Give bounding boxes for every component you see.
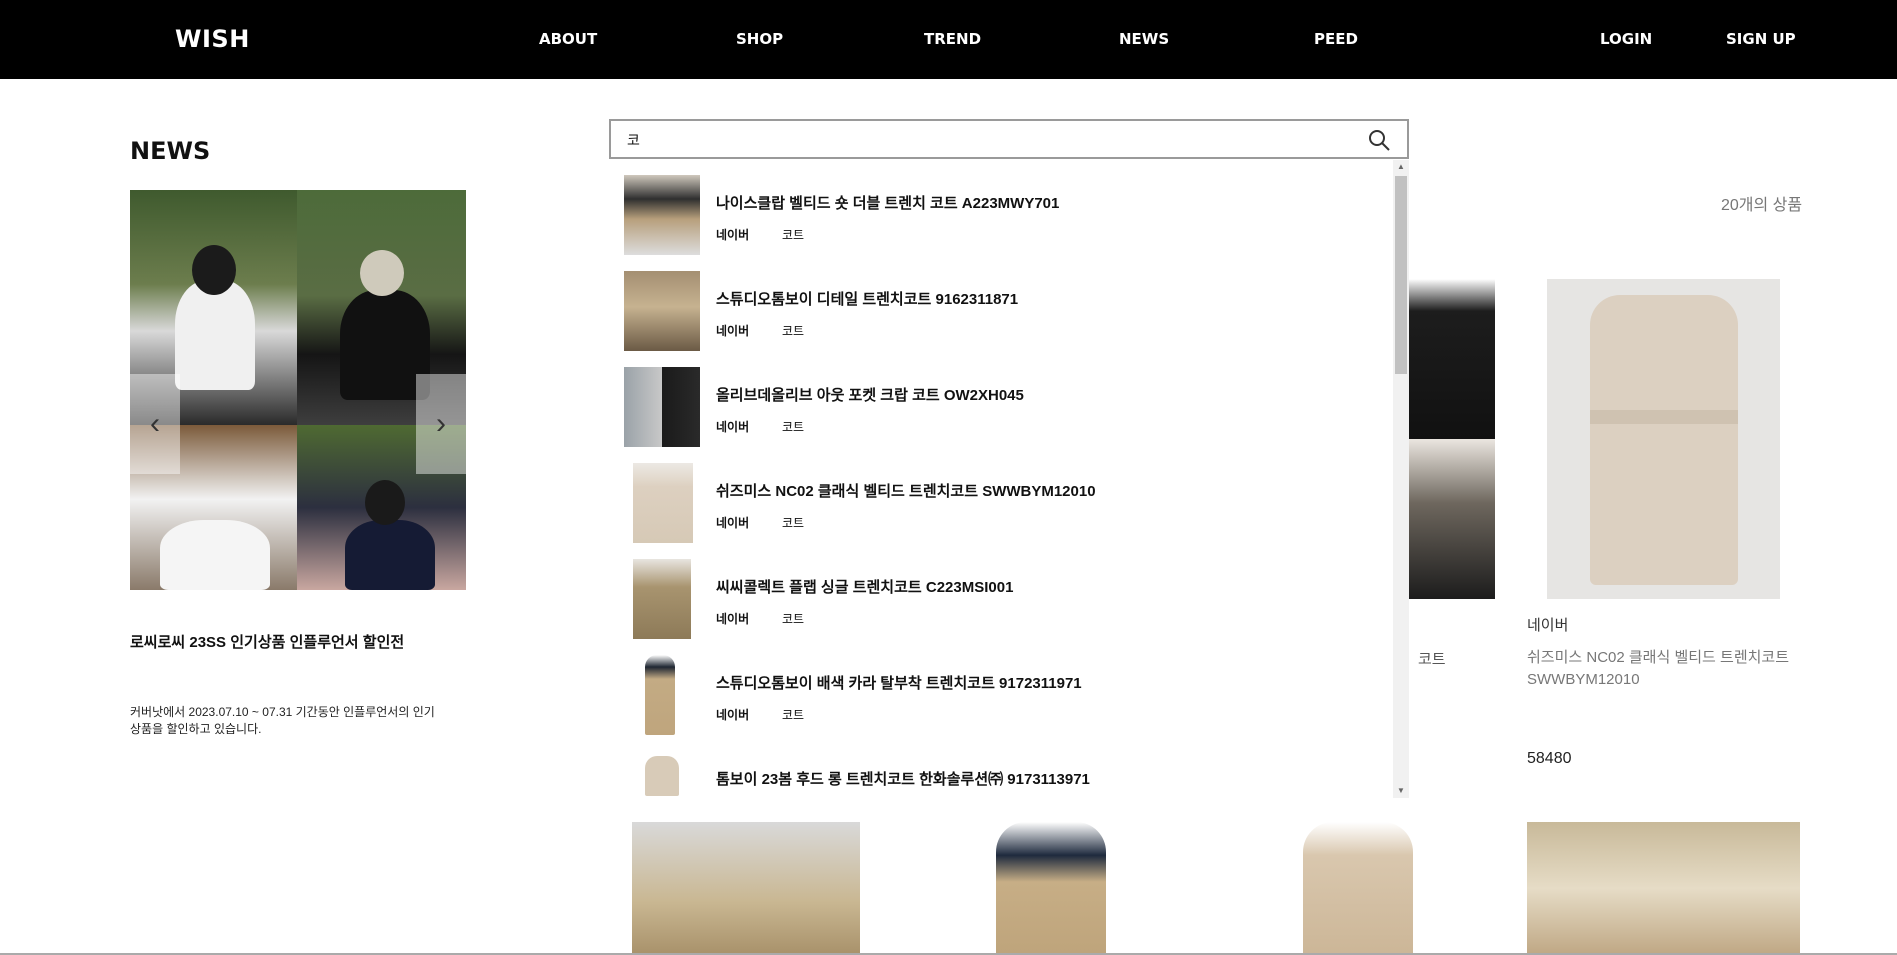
search-result-item[interactable]: 나이스클랍 벨티드 숏 더블 트렌치 코트 A223MWY701 네이버 코트 — [609, 160, 1389, 256]
scroll-up-icon[interactable]: ▲ — [1393, 160, 1409, 174]
product-image[interactable] — [1395, 279, 1495, 439]
result-brand: 네이버 — [716, 612, 750, 626]
model-figure — [175, 280, 255, 390]
result-thumbnail — [633, 463, 693, 543]
product-image[interactable] — [632, 822, 860, 955]
model-figure — [192, 245, 236, 295]
result-brand: 네이버 — [716, 324, 750, 338]
search-bar — [609, 119, 1409, 159]
search-result-item[interactable]: 톰보이 23봄 후드 롱 트렌치코트 한화솔루션㈜ 9173113971 — [609, 736, 1389, 798]
nav-about[interactable]: ABOUT — [539, 30, 597, 48]
product-name-partial: 코트 — [1418, 651, 1446, 668]
result-title: 나이스클랍 벨티드 숏 더블 트렌치 코트 A223MWY701 — [716, 195, 1060, 212]
result-thumbnail — [624, 367, 700, 447]
result-category: 코트 — [782, 420, 805, 434]
nav-news[interactable]: NEWS — [1119, 30, 1169, 48]
product-image[interactable] — [1395, 439, 1495, 599]
search-icon[interactable] — [1367, 128, 1391, 152]
model-figure — [360, 250, 404, 296]
top-navigation-bar: WISH ABOUT SHOP TREND NEWS PEED LOGIN SI… — [0, 0, 1897, 79]
result-title: 올리브데올리브 아웃 포켓 크랍 코트 OW2XH045 — [716, 387, 1024, 404]
result-thumbnail — [624, 175, 700, 255]
result-title: 쉬즈미스 NC02 클래식 벨티드 트렌치코트 SWWBYM12010 — [716, 483, 1096, 500]
result-brand: 네이버 — [716, 708, 750, 722]
result-brand: 네이버 — [716, 228, 750, 242]
product-image[interactable] — [996, 822, 1106, 955]
search-result-item[interactable]: 쉬즈미스 NC02 클래식 벨티드 트렌치코트 SWWBYM12010 네이버 … — [609, 448, 1389, 544]
search-result-item[interactable]: 스튜디오톰보이 배색 카라 탈부착 트렌치코트 9172311971 네이버 코… — [609, 640, 1389, 736]
result-title: 톰보이 23봄 후드 롱 트렌치코트 한화솔루션㈜ 9173113971 — [716, 771, 1090, 788]
result-thumbnail — [624, 271, 700, 351]
result-category: 코트 — [782, 324, 805, 338]
dropdown-scrollbar[interactable]: ▲ ▼ — [1393, 160, 1409, 798]
news-headline[interactable]: 로씨로씨 23SS 인기상품 인플루언서 할인전 — [130, 631, 404, 652]
product-count: 20개의 상품 — [1721, 197, 1803, 214]
search-input[interactable] — [627, 128, 1347, 152]
result-title: 스튜디오톰보이 배색 카라 탈부착 트렌치코트 9172311971 — [716, 675, 1082, 692]
result-thumbnail — [645, 655, 675, 735]
model-figure — [365, 480, 405, 525]
carousel-prev-button[interactable]: ‹ — [130, 374, 180, 474]
search-result-item[interactable]: 씨씨콜렉트 플랩 싱글 트렌치코트 C223MSI001 네이버 코트 — [609, 544, 1389, 640]
product-price: 58480 — [1527, 750, 1572, 767]
search-autocomplete-list: 나이스클랍 벨티드 숏 더블 트렌치 코트 A223MWY701 네이버 코트 … — [609, 160, 1409, 798]
search-result-item[interactable]: 올리브데올리브 아웃 포켓 크랍 코트 OW2XH045 네이버 코트 — [609, 352, 1389, 448]
result-brand: 네이버 — [716, 420, 750, 434]
login-link[interactable]: LOGIN — [1600, 30, 1652, 48]
chevron-right-icon: › — [436, 407, 446, 440]
nav-peed[interactable]: PEED — [1314, 30, 1358, 48]
scrollbar-thumb[interactable] — [1395, 176, 1407, 374]
result-thumbnail — [645, 756, 679, 796]
product-image[interactable] — [1303, 822, 1413, 955]
result-category: 코트 — [782, 228, 805, 242]
signup-link[interactable]: SIGN UP — [1726, 30, 1796, 48]
model-figure — [345, 520, 435, 590]
coat-belt-graphic — [1590, 410, 1738, 424]
trench-coat-graphic — [1590, 295, 1738, 585]
result-category: 코트 — [782, 708, 805, 722]
result-category: 코트 — [782, 612, 805, 626]
chevron-left-icon: ‹ — [150, 407, 160, 440]
carousel-next-button[interactable]: › — [416, 374, 466, 474]
nav-shop[interactable]: SHOP — [736, 30, 783, 48]
result-category: 코트 — [782, 516, 805, 530]
product-name[interactable]: 쉬즈미스 NC02 클래식 벨티드 트렌치코트 SWWBYM12010 — [1527, 647, 1807, 691]
result-brand: 네이버 — [716, 516, 750, 530]
site-logo[interactable]: WISH — [175, 25, 250, 53]
nav-trend[interactable]: TREND — [924, 30, 981, 48]
news-section-title: NEWS — [130, 137, 211, 165]
result-thumbnail — [633, 559, 691, 639]
product-brand: 네이버 — [1527, 617, 1569, 634]
result-title: 씨씨콜렉트 플랩 싱글 트렌치코트 C223MSI001 — [716, 579, 1014, 596]
model-figure — [160, 520, 270, 590]
search-result-item[interactable]: 스튜디오톰보이 디테일 트렌치코트 9162311871 네이버 코트 — [609, 256, 1389, 352]
product-image[interactable] — [1527, 822, 1800, 955]
news-description: 커버낫에서 2023.07.10 ~ 07.31 기간동안 인플루언서의 인기 … — [130, 705, 435, 736]
scroll-down-icon[interactable]: ▼ — [1393, 784, 1409, 798]
result-title: 스튜디오톰보이 디테일 트렌치코트 9162311871 — [716, 291, 1019, 308]
